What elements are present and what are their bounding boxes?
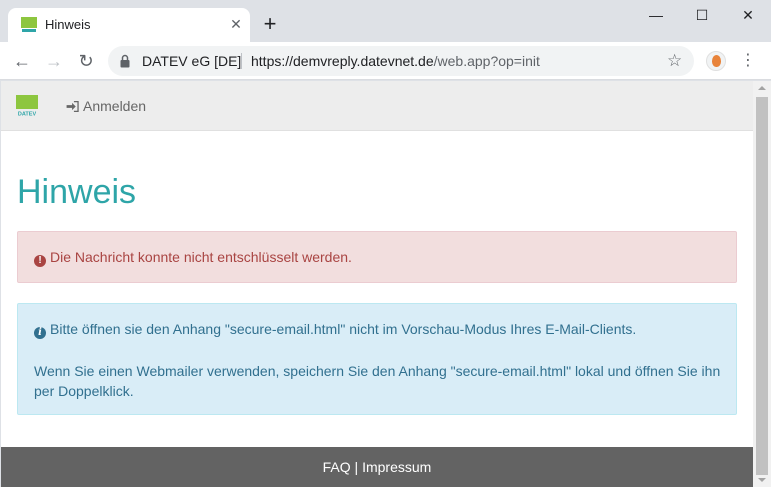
site-identity[interactable]: DATEV eG [DE]: [142, 53, 241, 69]
footer-separator: |: [350, 459, 363, 475]
login-label: Anmelden: [83, 98, 147, 114]
info-message-1: i Bitte öffnen sie den Anhang "secure-ema…: [34, 321, 636, 339]
error-text: Die Nachricht konnte nicht entschlüsselt…: [50, 249, 352, 265]
login-link[interactable]: Anmelden: [66, 98, 146, 114]
omnibox-divider: [241, 53, 242, 69]
svg-text:DATEV: DATEV: [18, 112, 37, 118]
faq-link[interactable]: FAQ: [323, 459, 351, 475]
site-navbar: DATEV Anmelden: [1, 81, 753, 131]
browser-toolbar: ← → ↻ DATEV eG [DE] https://demvreply.da…: [0, 42, 771, 80]
datev-logo-icon[interactable]: DATEV: [16, 95, 38, 117]
profile-avatar[interactable]: [706, 51, 726, 71]
page-content: DATEV Anmelden Hinweis ! Die Nachricht ko…: [1, 81, 753, 487]
info-alert: i Bitte öffnen sie den Anhang "secure-ema…: [17, 303, 737, 415]
window-close-button[interactable]: ✕: [725, 0, 771, 30]
scroll-up-arrow-icon[interactable]: [753, 81, 771, 95]
browser-menu-icon[interactable]: ⋮: [740, 51, 756, 71]
scrollbar-thumb[interactable]: [756, 97, 768, 475]
error-message: ! Die Nachricht konnte nicht entschlüssel…: [34, 249, 352, 267]
sign-in-icon: [66, 101, 79, 112]
url-host: https://demvreply.datevnet.de: [251, 53, 434, 69]
page-scrollbar[interactable]: [753, 81, 771, 487]
lock-icon: [120, 54, 130, 68]
back-button[interactable]: ←: [8, 47, 36, 75]
tab-close-icon[interactable]: ✕: [226, 14, 246, 34]
bookmark-star-icon[interactable]: ☆: [667, 51, 682, 71]
new-tab-button[interactable]: +: [259, 13, 281, 36]
exclamation-circle-icon: !: [34, 255, 46, 267]
info-text-2: Wenn Sie einen Webmailer verwenden, spei…: [34, 363, 721, 399]
address-bar[interactable]: DATEV eG [DE] https://demvreply.datevnet…: [108, 46, 694, 76]
minimize-button[interactable]: —: [633, 0, 679, 30]
page-title: Hinweis: [17, 173, 137, 211]
datev-logo-icon: [21, 17, 37, 32]
url-path: /web.app?op=init: [433, 53, 540, 69]
scroll-down-arrow-icon[interactable]: [753, 473, 771, 487]
forward-button[interactable]: →: [40, 47, 68, 75]
tab-title: Hinweis: [45, 17, 91, 32]
tab-strip: Hinweis ✕ + — ☐ ✕: [0, 0, 771, 42]
avatar-head: [712, 55, 721, 67]
info-text-1: Bitte öffnen sie den Anhang "secure-emai…: [50, 321, 637, 337]
tab-hinweis[interactable]: Hinweis ✕: [8, 8, 250, 42]
error-alert: ! Die Nachricht konnte nicht entschlüssel…: [17, 231, 737, 283]
maximize-button[interactable]: ☐: [679, 0, 725, 30]
reload-button[interactable]: ↻: [72, 47, 100, 75]
info-circle-icon: i: [34, 327, 46, 339]
page-footer: FAQ | Impressum: [1, 447, 753, 487]
url-text[interactable]: https://demvreply.datevnet.de/web.app?op…: [251, 53, 540, 69]
impressum-link[interactable]: Impressum: [362, 459, 431, 475]
